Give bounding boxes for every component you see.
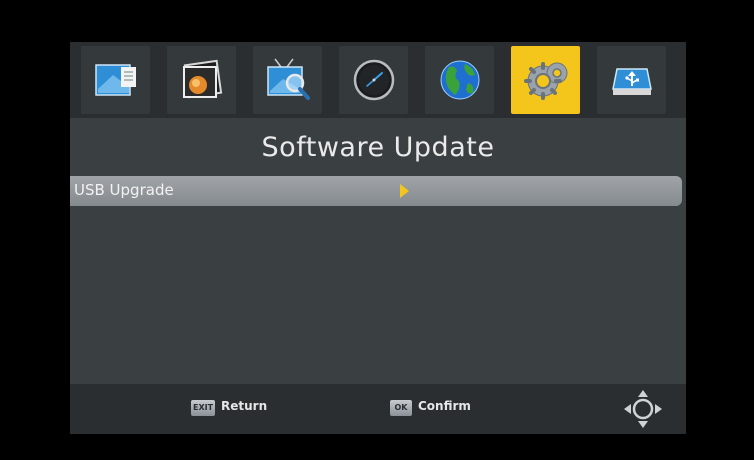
page-title: Software Update bbox=[261, 132, 495, 163]
ok-key-icon: OK bbox=[390, 400, 412, 416]
dpad-icon bbox=[624, 390, 662, 428]
menu-item-usb-upgrade[interactable]: USB Upgrade bbox=[70, 176, 682, 206]
settings-window: Software Update USB Upgrade EXIT Return … bbox=[70, 42, 686, 434]
tab-picture[interactable] bbox=[167, 46, 236, 114]
tab-document[interactable] bbox=[81, 46, 150, 114]
tab-time[interactable] bbox=[339, 46, 408, 114]
tab-language[interactable] bbox=[425, 46, 494, 114]
tv-screen: Software Update USB Upgrade EXIT Return … bbox=[0, 0, 754, 460]
globe-icon bbox=[440, 60, 479, 100]
tv-search-icon bbox=[266, 58, 310, 100]
menu-tab-bar bbox=[70, 42, 686, 118]
exit-key-icon: EXIT bbox=[191, 400, 216, 416]
usb-drive-icon bbox=[611, 68, 652, 95]
clock-icon bbox=[353, 59, 394, 101]
gears-icon bbox=[523, 62, 567, 100]
document-icon bbox=[94, 64, 136, 96]
tab-channel-search[interactable] bbox=[253, 46, 322, 114]
menu-item-label: USB Upgrade bbox=[74, 181, 174, 199]
confirm-hint: Confirm bbox=[418, 399, 471, 413]
return-hint: Return bbox=[221, 399, 268, 413]
arrow-right-icon[interactable] bbox=[400, 184, 409, 198]
tab-system[interactable] bbox=[511, 46, 580, 114]
photo-icon bbox=[182, 59, 222, 99]
tab-usb[interactable] bbox=[597, 46, 666, 114]
footer-hint-bar: EXIT Return OK Confirm bbox=[70, 384, 686, 434]
